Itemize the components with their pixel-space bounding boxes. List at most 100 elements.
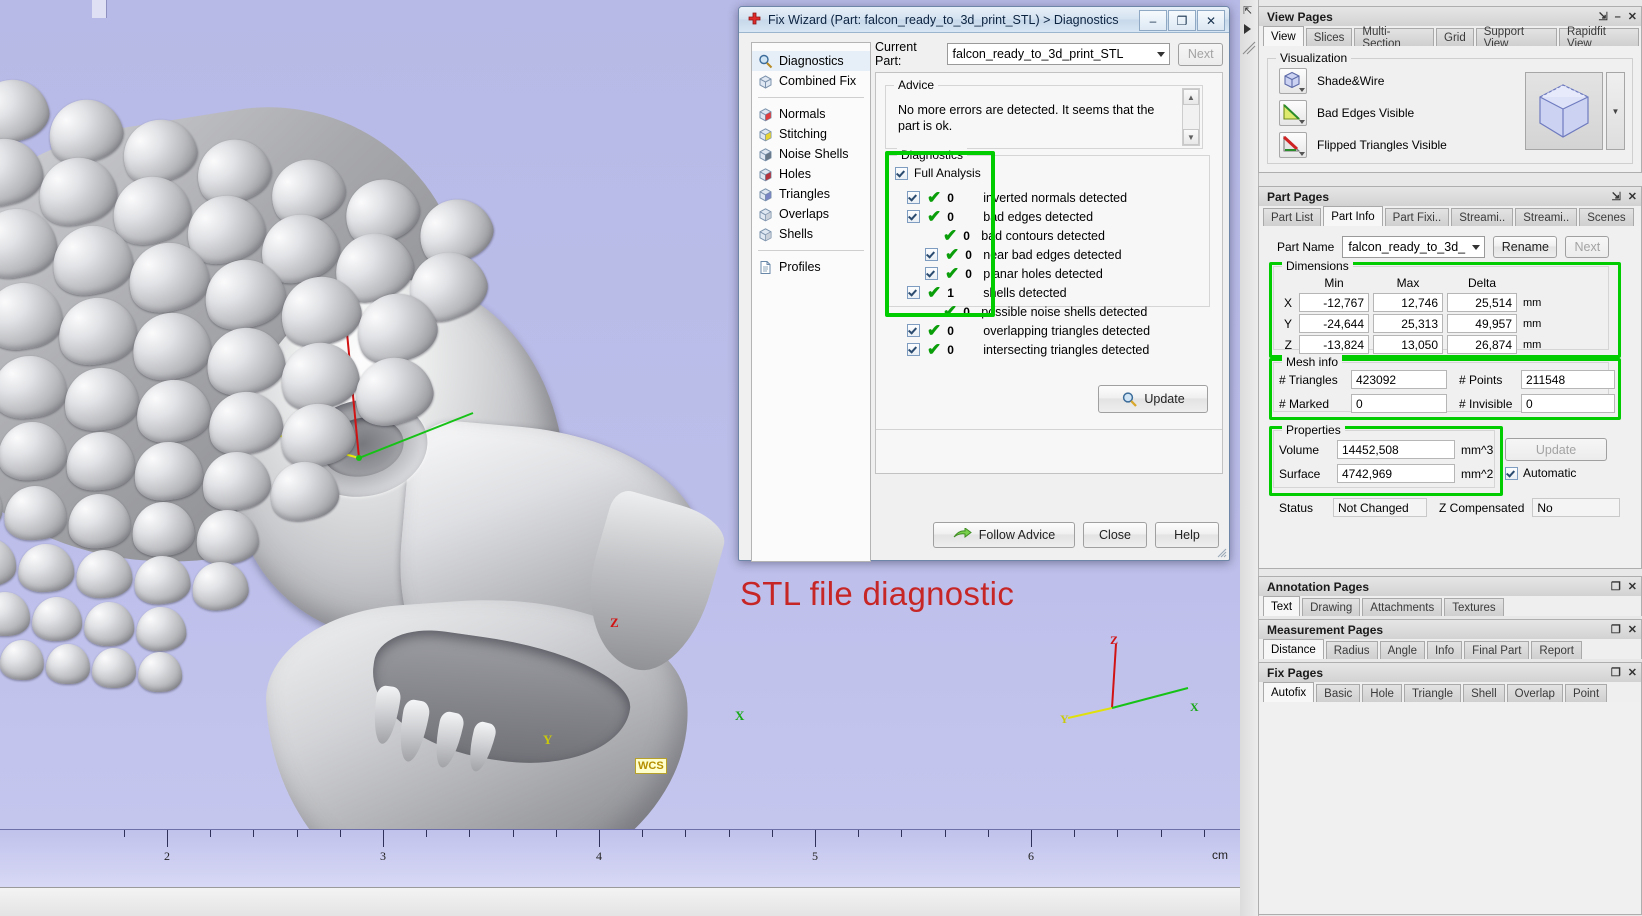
pin-icon[interactable]: ⇱ [1243,4,1252,17]
close-dialog-button[interactable]: Close [1083,522,1147,548]
tab-part-streami[interactable]: Streami.. [1451,208,1514,226]
close-icon[interactable]: ✕ [1628,10,1637,23]
tab-measurement-radius[interactable]: Radius [1325,641,1378,659]
next-button[interactable]: Next [1178,42,1223,66]
view-pages-tabs[interactable]: View Slices Multi-Section Grid Support View R… [1258,26,1642,50]
view-cube-preview[interactable] [1525,72,1603,150]
flipped-triangles-icon[interactable] [1279,132,1307,158]
tab-part-part-info[interactable]: Part Info [1323,206,1383,226]
help-button[interactable]: Help [1155,522,1219,548]
fix-wizard-titlebar[interactable]: Fix Wizard (Part: falcon_ready_to_3d_pri… [739,7,1229,33]
tab-annotation-text[interactable]: Text [1263,596,1301,616]
minimize-button[interactable]: – [1139,10,1167,31]
diagnostic-checkbox[interactable] [907,343,920,356]
tab-part-streami[interactable]: Streami.. [1515,208,1578,226]
sidebar-item-profiles[interactable]: Profiles [752,257,870,277]
tab-fix-shell[interactable]: Shell [1463,684,1505,702]
fix-pages-header[interactable]: Fix Pages ❐ ✕ [1258,662,1642,682]
sidebar-item-overlaps[interactable]: Overlaps [752,204,870,224]
minimize-icon[interactable]: – [1615,11,1621,23]
diagnostic-checkbox[interactable] [907,324,920,337]
tab-part-part-fixi[interactable]: Part Fixi.. [1384,208,1450,226]
part-name-combo[interactable]: falcon_ready_to_3d_ [1342,236,1486,258]
tab-annotation-drawing[interactable]: Drawing [1302,598,1361,616]
tab-fix-hole[interactable]: Hole [1362,684,1402,702]
tab-measurement-angle[interactable]: Angle [1379,641,1425,659]
sidebar-item-shells[interactable]: Shells [752,224,870,244]
resize-grip-icon[interactable] [1242,40,1256,56]
visualization-items[interactable]: Shade&Wire Bad Edges Visible Flipped Trian… [1279,68,1447,164]
resize-grip-icon[interactable] [1215,546,1227,558]
sidebar-item-noise-shells[interactable]: Noise Shells [752,144,870,164]
sidebar-item-holes[interactable]: Holes [752,164,870,184]
tab-measurement-info[interactable]: Info [1426,641,1463,659]
automatic-row[interactable]: Automatic [1505,466,1576,480]
visualization-item[interactable]: Flipped Triangles Visible [1279,132,1447,158]
view-pages-header[interactable]: View Pages ⇲ – ✕ [1258,6,1642,26]
tab-fix-triangle[interactable]: Triangle [1403,684,1462,702]
expand-arrow-icon[interactable] [1244,24,1251,34]
tab-fix-autofix[interactable]: Autofix [1263,682,1315,702]
follow-advice-button[interactable]: Follow Advice [933,522,1075,548]
tab-view-rapidfit-view[interactable]: Rapidfit View [1558,26,1639,50]
annotation-pages-header[interactable]: Annotation Pages ❐ ✕ [1258,576,1642,596]
visualization-item[interactable]: Shade&Wire [1279,68,1447,94]
part-next-button[interactable]: Next [1565,236,1610,258]
fix-wizard-nav[interactable]: Diagnostics Combined Fix Normals Stitchin… [751,42,871,562]
dock-gutter[interactable]: ⇱ [1240,0,1259,916]
automatic-checkbox[interactable] [1505,466,1518,480]
annotation-pages-tabs[interactable]: Text Drawing Attachments Textures [1258,596,1642,616]
tab-view-view[interactable]: View [1263,26,1304,46]
tab-fix-point[interactable]: Point [1564,684,1608,702]
tab-annotation-textures[interactable]: Textures [1444,598,1504,616]
visualization-item[interactable]: Bad Edges Visible [1279,100,1447,126]
sidebar-item-normals[interactable]: Normals [752,104,870,124]
view-preview-dropdown[interactable]: ▼ [1606,72,1625,150]
pin-icon[interactable]: ⇲ [1612,190,1621,203]
update-diagnostics-button[interactable]: Update [1098,385,1208,413]
tab-view-slices[interactable]: Slices [1305,28,1353,46]
pin-icon[interactable]: ⇲ [1598,10,1607,23]
tab-view-grid[interactable]: Grid [1436,28,1474,46]
tab-part-part-list[interactable]: Part List [1263,208,1322,226]
measurement-pages-header[interactable]: Measurement Pages ❐ ✕ [1258,619,1642,639]
sidebar-item-combined-fix[interactable]: Combined Fix [752,71,870,91]
surface-unit: mm^2 [1461,466,1494,481]
tab-measurement-distance[interactable]: Distance [1263,639,1324,659]
tab-view-multi-section[interactable]: Multi-Section [1354,26,1434,50]
properties-update-button[interactable]: Update [1505,438,1607,461]
rename-button[interactable]: Rename [1493,236,1558,258]
scroll-down-icon[interactable]: ▼ [1183,129,1199,145]
tab-measurement-final-part[interactable]: Final Part [1464,641,1530,659]
sidebar-item-diagnostics[interactable]: Diagnostics [752,51,870,71]
tab-measurement-report[interactable]: Report [1531,641,1582,659]
tab-fix-overlap[interactable]: Overlap [1506,684,1563,702]
part-pages-tabs[interactable]: Part List Part Info Part Fixi.. Streami.. St… [1258,206,1642,226]
close-icon[interactable]: ✕ [1628,666,1637,679]
close-icon[interactable]: ✕ [1628,580,1637,593]
restore-icon[interactable]: ❐ [1611,580,1621,593]
close-icon[interactable]: ✕ [1628,623,1637,636]
advice-scrollbar[interactable]: ▲ ▼ [1182,88,1200,146]
model-scale [0,639,45,681]
part-pages-header[interactable]: Part Pages ⇲ ✕ [1258,186,1642,206]
tab-annotation-attachments[interactable]: Attachments [1362,598,1443,616]
sidebar-item-stitching[interactable]: Stitching [752,124,870,144]
restore-icon[interactable]: ❐ [1611,666,1621,679]
scroll-up-icon[interactable]: ▲ [1183,89,1199,105]
tab-view-support-view[interactable]: Support View [1475,26,1557,50]
close-icon[interactable]: ✕ [1628,190,1637,203]
bad-edges-icon[interactable] [1279,100,1307,126]
restore-icon[interactable]: ❐ [1611,623,1621,636]
current-part-combo[interactable]: falcon_ready_to_3d_print_STL [946,43,1171,65]
tab-part-scenes[interactable]: Scenes [1579,208,1634,226]
fix-wizard-nav-middle[interactable]: Normals Stitching Noise Shells Holes Triangl… [752,104,870,244]
sidebar-item-triangles[interactable]: Triangles [752,184,870,204]
fix-pages-tabs[interactable]: Autofix Basic Hole Triangle Shell Overlap Poin… [1258,682,1642,702]
measurement-pages-tabs[interactable]: Distance Radius Angle Info Final Part Report [1258,639,1642,659]
shade-wire-icon[interactable] [1279,68,1307,94]
maximize-button[interactable]: ❐ [1168,10,1196,31]
close-button[interactable]: ✕ [1197,10,1225,31]
fix-wizard-dialog[interactable]: Fix Wizard (Part: falcon_ready_to_3d_pri… [738,6,1230,562]
tab-fix-basic[interactable]: Basic [1316,684,1361,702]
